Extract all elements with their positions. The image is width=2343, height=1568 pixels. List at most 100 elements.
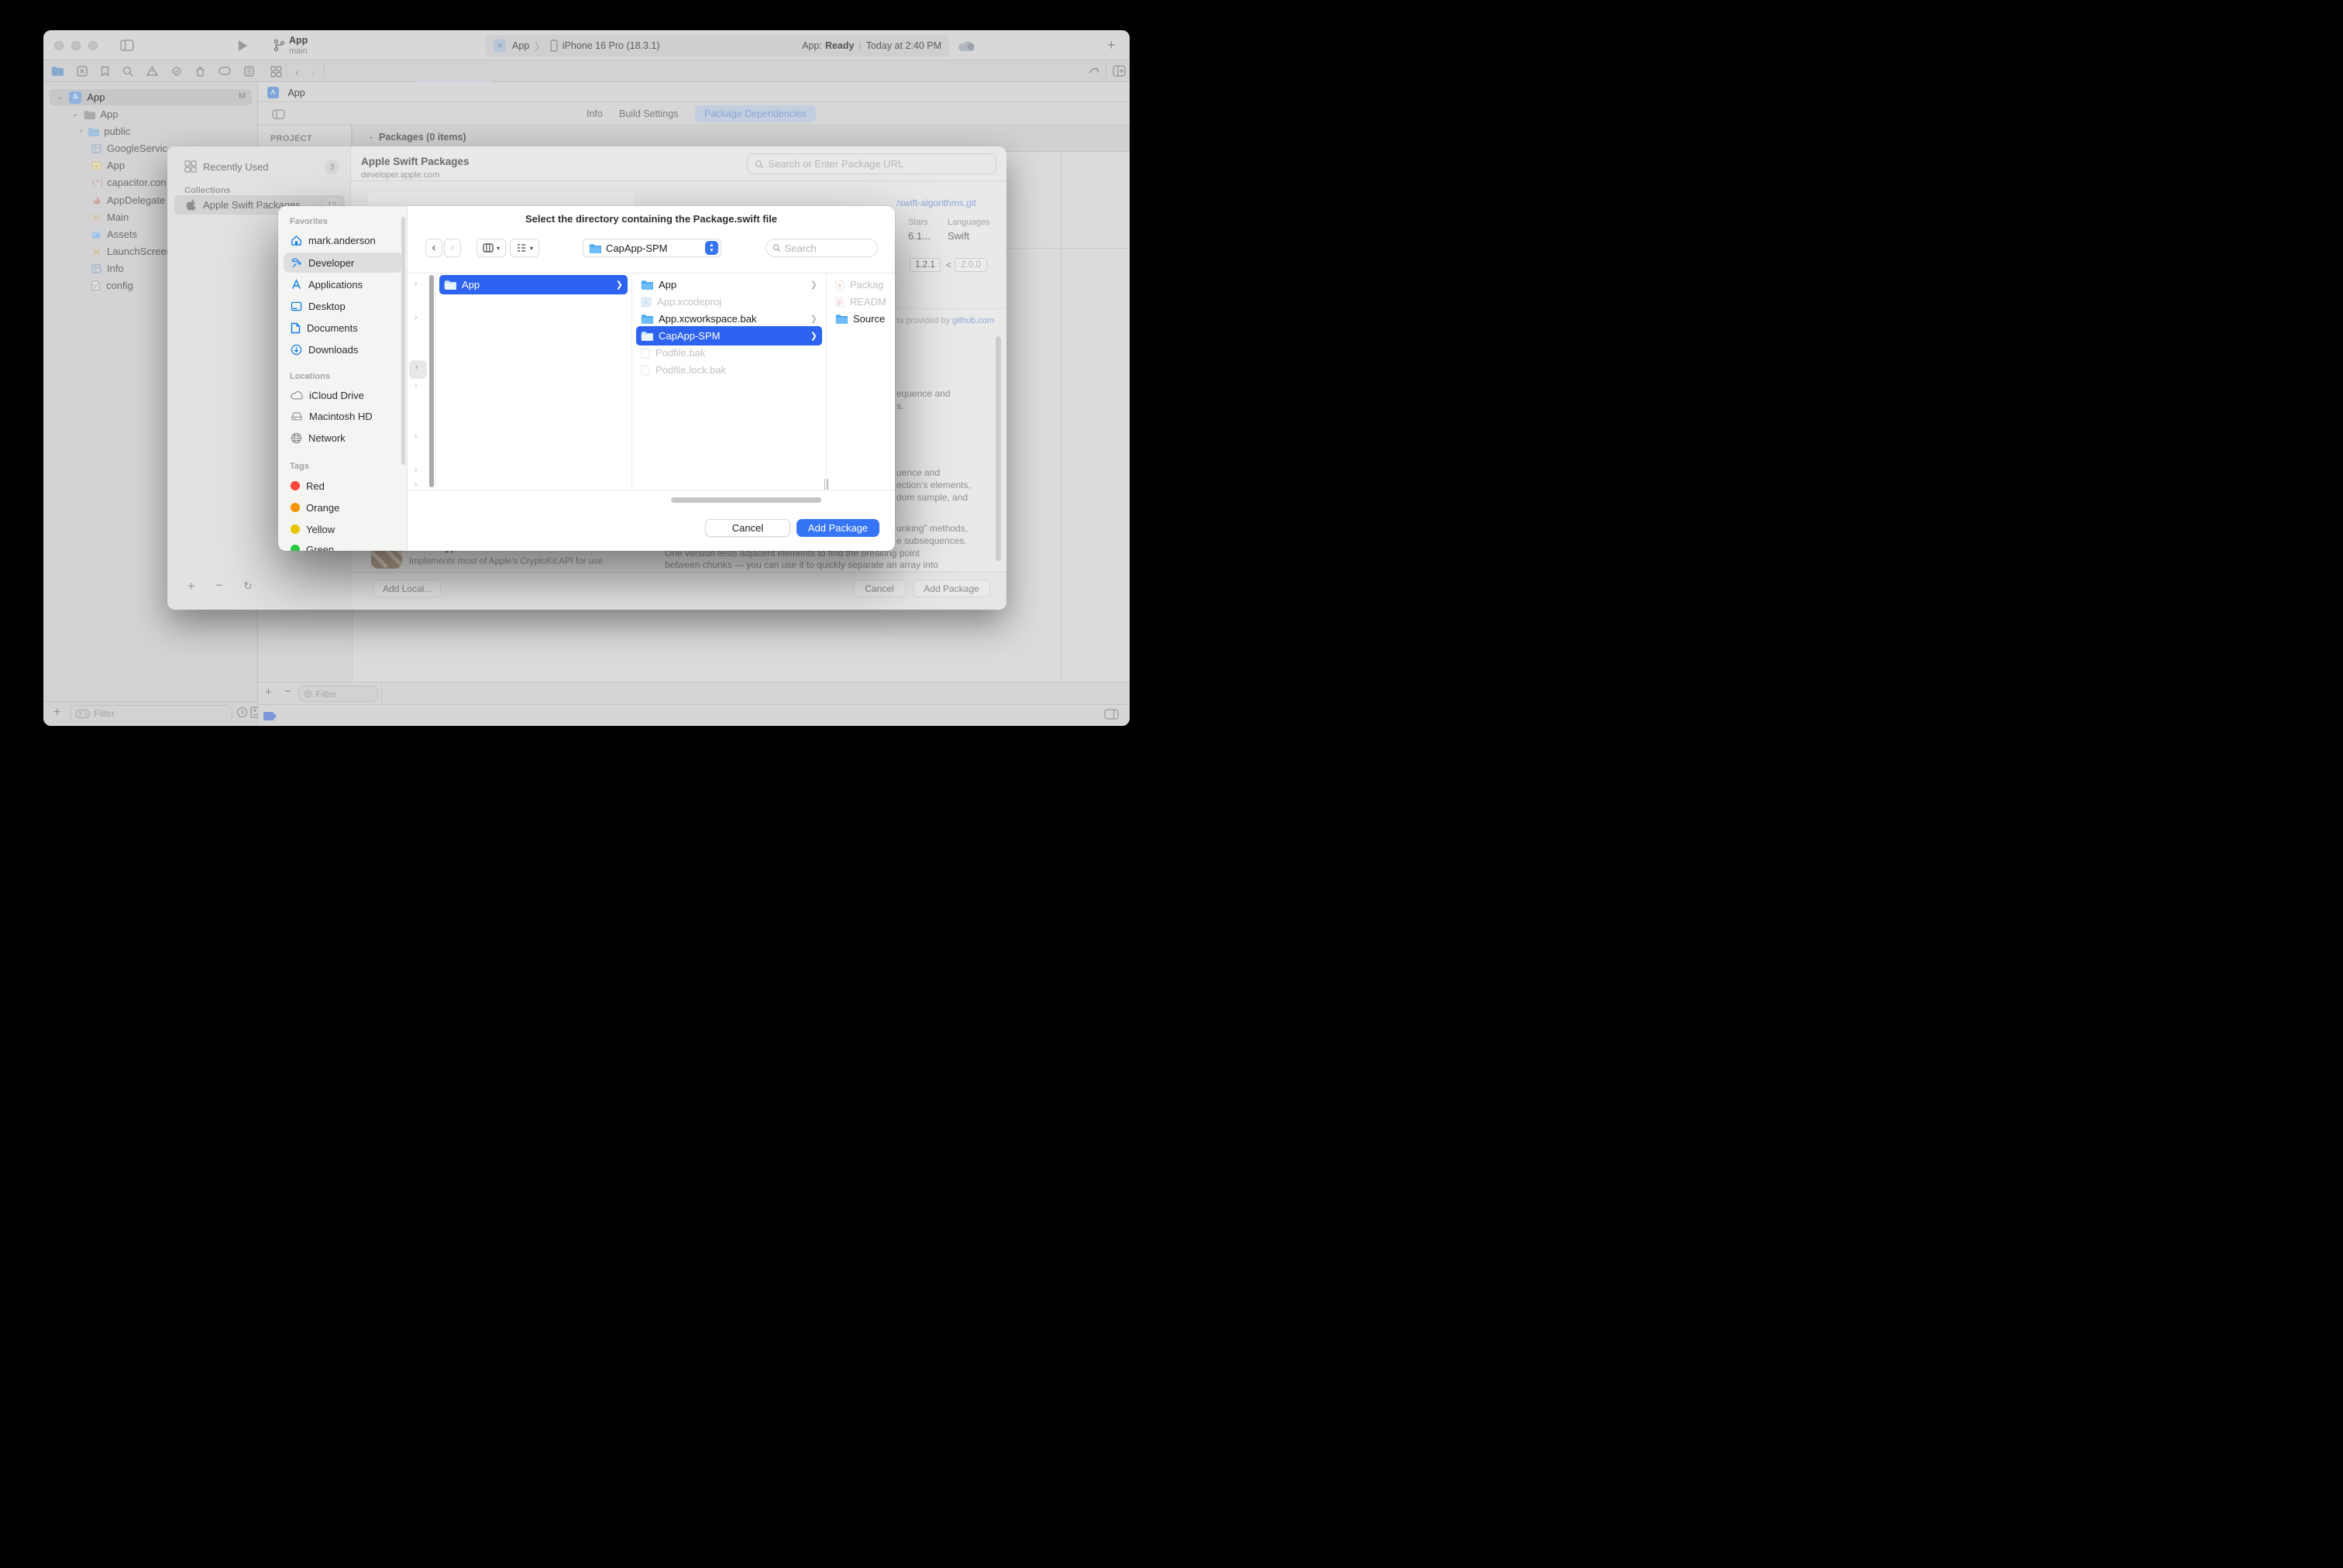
version-min-field[interactable]: 1.2.1 xyxy=(910,258,941,272)
recently-used-item[interactable]: Recently Used xyxy=(203,161,269,173)
hide-project-sidebar-icon[interactable] xyxy=(272,109,285,119)
tree-row[interactable]: config xyxy=(91,277,133,294)
branch-name-label[interactable]: main xyxy=(289,46,308,56)
group-options-button[interactable]: ▾ xyxy=(510,239,539,257)
filter-options-icon[interactable] xyxy=(75,709,90,719)
source-control-navigator-icon[interactable] xyxy=(77,66,88,77)
test-navigator-icon[interactable] xyxy=(171,66,182,77)
parent-chevron-icon: › xyxy=(415,466,418,475)
chevron-down-icon[interactable]: ⌄ xyxy=(57,93,63,101)
add-editor-split-icon[interactable] xyxy=(1113,65,1126,77)
bookmark-navigator-icon[interactable] xyxy=(101,66,109,77)
dialog-footer: Add Local... Cancel Add Package xyxy=(351,572,1006,610)
issue-navigator-icon[interactable] xyxy=(146,66,158,76)
back-button[interactable]: ‹ xyxy=(425,239,442,257)
github-link[interactable]: github.com xyxy=(952,316,994,325)
navigator-root-row-content: ⌄ A App xyxy=(57,89,105,105)
remove-package-minus-icon[interactable]: − xyxy=(284,685,291,698)
sidebar-item-tag-red[interactable]: Red xyxy=(284,476,402,496)
zoom-window-button[interactable] xyxy=(88,41,98,50)
tab-package-dependencies[interactable]: Package Dependencies xyxy=(695,105,816,122)
tree-row[interactable]: Assets xyxy=(91,226,137,242)
tree-row[interactable]: App xyxy=(91,157,125,174)
navigator-filter-field[interactable] xyxy=(70,705,232,722)
report-navigator-icon[interactable] xyxy=(244,66,254,77)
tree-label: public xyxy=(104,126,130,137)
packages-filter-field[interactable] xyxy=(298,686,378,702)
run-button[interactable] xyxy=(239,40,247,51)
repo-link[interactable]: /swift-algorithms.git xyxy=(896,198,976,208)
package-url-search-input[interactable] xyxy=(768,158,989,170)
sidebar-item-icloud[interactable]: iCloud Drive xyxy=(284,385,402,405)
sidebar-item-macintosh-hd[interactable]: Macintosh HD xyxy=(284,406,402,426)
column3-row[interactable]: Podfile.lock.bak xyxy=(636,360,822,380)
location-popup[interactable]: CapApp-SPM ▲▼ xyxy=(583,239,721,257)
tree-row[interactable]: Info xyxy=(91,260,124,277)
package-url-search-field[interactable] xyxy=(747,153,996,174)
packages-filter-input[interactable] xyxy=(316,689,373,700)
column-view-button[interactable]: ▾ xyxy=(477,239,506,257)
sidebar-item-home[interactable]: mark.anderson xyxy=(284,230,402,250)
picker-add-package-button[interactable]: Add Package xyxy=(796,519,879,537)
sidebar-item-applications[interactable]: Applications xyxy=(284,274,402,294)
sidebar-item-tag-green[interactable]: Green xyxy=(284,539,402,551)
sidebar-item-desktop[interactable]: Desktop xyxy=(284,296,402,316)
scheme-project-label[interactable]: App xyxy=(289,35,308,46)
project-navigator-icon[interactable] xyxy=(51,66,64,76)
dialog-add-package-button[interactable]: Add Package xyxy=(913,579,990,597)
tab-build-settings[interactable]: Build Settings xyxy=(619,108,678,119)
close-window-button[interactable] xyxy=(54,41,64,50)
refresh-icon[interactable]: ↻ xyxy=(243,579,253,593)
tree-row[interactable]: LaunchScreen xyxy=(91,243,172,260)
sidebar-scrollbar[interactable] xyxy=(401,217,405,465)
picker-cancel-button[interactable]: Cancel xyxy=(705,519,790,537)
go-forward-icon[interactable]: › xyxy=(311,66,315,78)
add-item-plus-icon[interactable]: + xyxy=(53,706,60,720)
add-local-button[interactable]: Add Local... xyxy=(373,579,441,597)
sidebar-item-developer[interactable]: Developer xyxy=(284,253,402,273)
picker-search-input[interactable] xyxy=(785,242,871,254)
remove-collection-minus-icon[interactable]: − xyxy=(215,578,223,593)
chevron-down-icon[interactable]: ⌄ xyxy=(368,132,374,141)
tree-row[interactable]: {“} capacitor.con xyxy=(91,174,167,191)
tree-row[interactable]: › public xyxy=(80,123,130,139)
tab-overview-icon[interactable] xyxy=(270,66,282,77)
sidebar-item-tag-yellow[interactable]: Yellow xyxy=(284,519,402,539)
parent-selected-chevron[interactable]: › xyxy=(409,360,427,379)
tree-row[interactable]: Main xyxy=(91,209,129,225)
add-collection-plus-icon[interactable]: + xyxy=(188,579,195,594)
breakpoint-navigator-icon[interactable] xyxy=(218,67,231,75)
tree-row[interactable]: ⌄ App xyxy=(72,106,119,122)
picker-search-field[interactable] xyxy=(766,239,878,257)
tree-row[interactable]: GoogleServic xyxy=(91,140,167,156)
breadcrumb[interactable]: A App xyxy=(267,86,305,100)
detail-scrollbar[interactable] xyxy=(996,336,1001,561)
minimize-window-button[interactable] xyxy=(71,41,81,50)
recent-files-clock-icon[interactable] xyxy=(236,707,248,718)
debug-navigator-icon[interactable] xyxy=(195,66,205,77)
dialog-cancel-button[interactable]: Cancel xyxy=(853,579,906,597)
sidebar-item-downloads[interactable]: Downloads xyxy=(284,339,402,359)
navigator-filter-input[interactable] xyxy=(94,708,227,719)
column4-row-sources[interactable]: Source xyxy=(831,309,895,328)
toggle-navigator-icon[interactable] xyxy=(120,40,134,51)
version-max-field[interactable]: 2.0.0 xyxy=(955,258,987,272)
sidebar-item-label: Red xyxy=(306,480,325,492)
tab-info[interactable]: Info xyxy=(587,108,603,119)
sidebar-item-tag-orange[interactable]: Orange xyxy=(284,497,402,518)
forward-button[interactable]: › xyxy=(444,239,461,257)
add-package-plus-icon[interactable]: + xyxy=(265,686,272,699)
sidebar-item-network[interactable]: Network xyxy=(284,428,402,448)
go-back-icon[interactable]: ‹ xyxy=(295,66,299,78)
add-editor-plus-icon[interactable]: + xyxy=(1107,37,1116,53)
run-destination-bar[interactable]: ✕ App 〉 iPhone 16 Pro (18.3.1) App: Read… xyxy=(486,35,949,57)
horizontal-scrollbar[interactable] xyxy=(671,497,821,503)
column-resize-handle[interactable] xyxy=(822,479,830,490)
find-navigator-icon[interactable] xyxy=(122,66,133,77)
column2-row-app[interactable]: App ❯ xyxy=(439,275,628,294)
editor-arrange-icon[interactable] xyxy=(1088,66,1100,76)
column-scrollbar[interactable] xyxy=(429,275,434,487)
tree-row[interactable]: AppDelegate xyxy=(91,192,165,208)
editor-only-layout-icon[interactable] xyxy=(1104,709,1119,720)
sidebar-item-documents[interactable]: Documents xyxy=(284,318,402,338)
